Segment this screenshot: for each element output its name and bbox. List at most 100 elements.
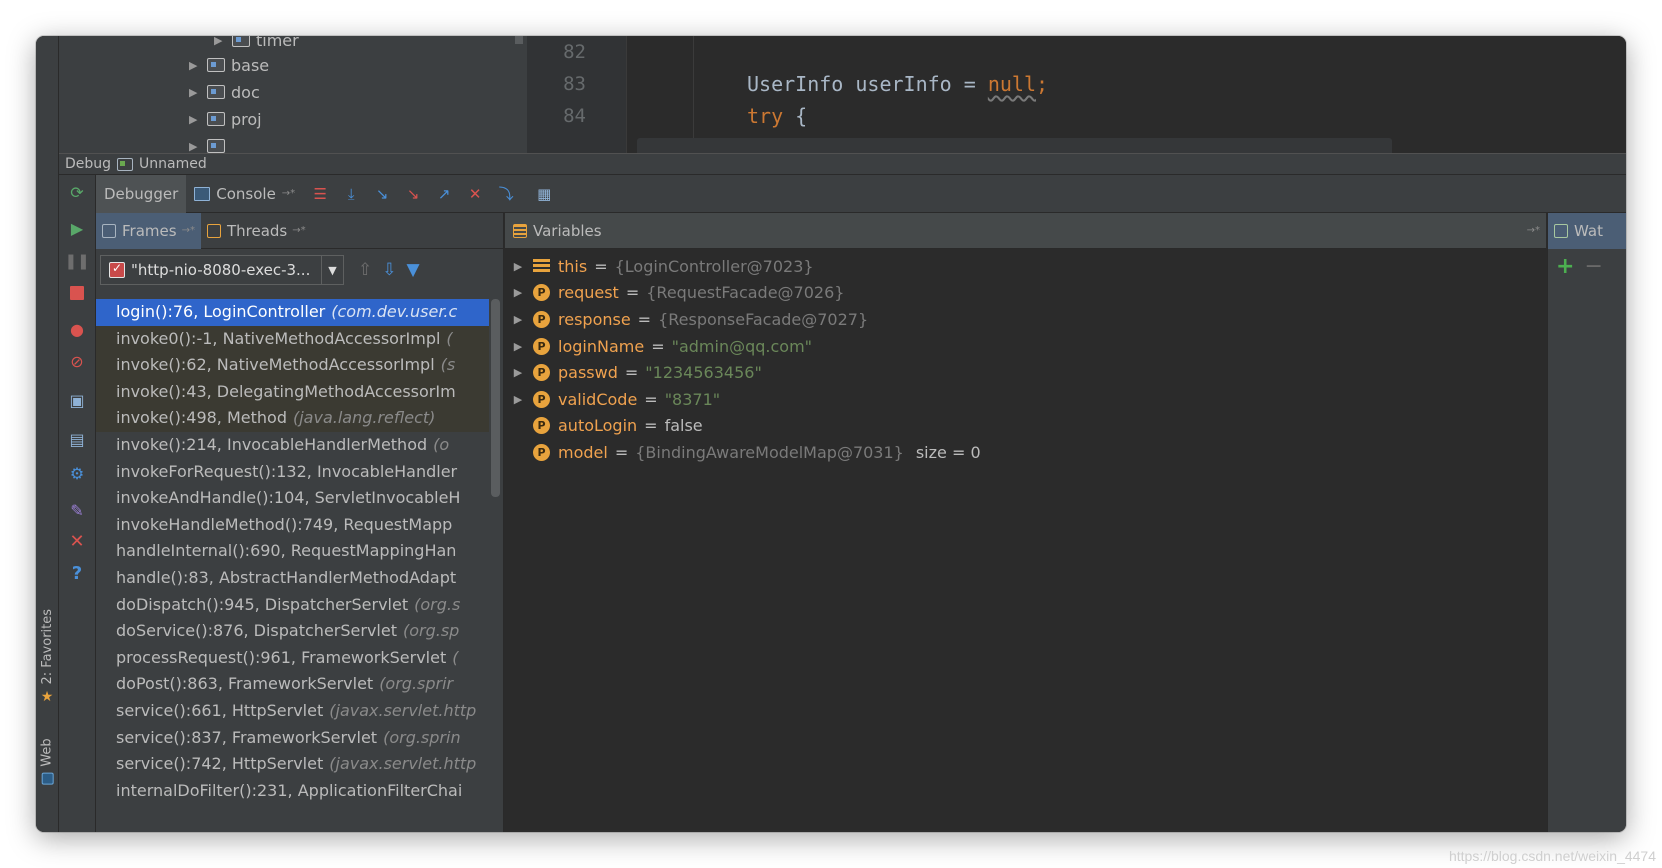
frame-row[interactable]: invokeHandleMethod():749, RequestMapp (96, 512, 489, 539)
frame-row[interactable]: invoke():43, DelegatingMethodAccessorIm (96, 378, 489, 406)
frame-row[interactable]: invoke():214, InvocableHandlerMethod (o (96, 432, 489, 459)
restore-layout-icon[interactable]: ▤ (67, 430, 87, 450)
variable-name: model (558, 442, 608, 462)
thread-selector-value: "http-nio-8080-exec-3... (131, 261, 311, 279)
frame-row[interactable]: service():742, HttpServlet (javax.servlet… (96, 751, 489, 778)
run-config-name[interactable]: Unnamed (139, 156, 207, 172)
step-over-icon[interactable]: ⤓ (337, 180, 365, 208)
frame-row[interactable]: handle():83, AbstractHandlerMethodAdapt (96, 565, 489, 592)
tab-debugger[interactable]: Debugger (96, 174, 187, 213)
expand-arrow-icon[interactable]: ▶ (507, 366, 529, 379)
expand-arrow-icon[interactable]: ▶ (189, 59, 207, 72)
frames-scrollbar[interactable] (491, 299, 500, 497)
frame-method: service():661, HttpServlet (116, 700, 324, 720)
code-editor[interactable]: UserInfo userInfo = null; try { (627, 36, 1626, 153)
frame-row[interactable]: service():837, FrameworkServlet (org.spri… (96, 725, 489, 752)
pin-tab-icon[interactable]: ✎ (67, 501, 87, 521)
step-into-icon[interactable]: ↘ (368, 180, 396, 208)
watermark: https://blog.csdn.net/weixin_4474 (1448, 848, 1656, 864)
frame-row[interactable]: invoke0():-1, NativeMethodAccessorImpl( (96, 325, 489, 353)
variable-row[interactable]: ▶ this = {LoginController@7023} (505, 253, 1546, 280)
variable-name: validCode (558, 389, 638, 409)
expand-arrow-icon[interactable]: ▶ (189, 86, 207, 99)
tab-threads[interactable]: Threads →* (201, 213, 312, 249)
frame-row[interactable]: doService():876, DispatcherServlet (org.s… (96, 618, 489, 645)
variable-row[interactable]: ▶ P validCode = "8371" (505, 386, 1546, 413)
pin-icon: →* (181, 225, 195, 236)
get-thread-dump-icon[interactable]: ▣ (67, 391, 87, 411)
pause-icon[interactable]: ❚❚ (64, 251, 89, 271)
tree-item-partial[interactable]: ▶ (189, 135, 231, 153)
frame-method: service():837, FrameworkServlet (116, 727, 378, 747)
code-line-83[interactable]: UserInfo userInfo = null; (747, 72, 1048, 96)
variable-row[interactable]: ▶ P loginName = "admin@qq.com" (505, 333, 1546, 360)
add-watch-icon[interactable]: + (1556, 254, 1574, 279)
tree-item-timer[interactable]: ▶ timer (214, 36, 299, 51)
frame-row[interactable]: invokeAndHandle():104, ServletInvocableH (96, 485, 489, 512)
step-out-icon[interactable]: ↗ (430, 180, 458, 208)
variable-row[interactable]: P model = {BindingAwareModelMap@7031} size … (505, 439, 1546, 466)
code-line-84[interactable]: try { (747, 104, 807, 128)
frame-row[interactable]: internalDoFilter():231, ApplicationFilte… (96, 778, 489, 805)
evaluate-expression-icon[interactable]: ▦ (530, 180, 558, 208)
help-icon[interactable]: ? (67, 564, 87, 584)
expand-arrow-icon[interactable]: ▶ (214, 36, 232, 47)
pin-icon[interactable]: →* (1527, 225, 1540, 236)
previous-frame-icon[interactable]: ⇧ (358, 260, 372, 280)
watches-pane: Wat + − (1547, 213, 1626, 832)
expand-arrow-icon[interactable]: ▶ (507, 260, 529, 273)
variable-row[interactable]: ▶ P response = {ResponseFacade@7027} (505, 306, 1546, 333)
frame-row[interactable]: handleInternal():690, RequestMappingHan (96, 538, 489, 565)
tree-item-proj[interactable]: ▶ proj (189, 108, 262, 130)
frame-row[interactable]: doDispatch():945, DispatcherServlet (org.… (96, 592, 489, 619)
thread-selector[interactable]: "http-nio-8080-exec-3... ▼ (100, 255, 344, 285)
expand-arrow-icon[interactable]: ▶ (507, 393, 529, 406)
variable-row[interactable]: ▶ P request = {RequestFacade@7026} (505, 280, 1546, 307)
expand-arrow-icon[interactable]: ▶ (507, 286, 529, 299)
rerun-icon[interactable]: ⟳ (67, 183, 87, 203)
frame-row[interactable]: service():661, HttpServlet (javax.servlet… (96, 698, 489, 725)
variable-row[interactable]: P autoLogin = false (505, 413, 1546, 440)
equals-sign: = (624, 363, 639, 383)
tab-label: Console (216, 184, 276, 203)
frame-row[interactable]: doPost():863, FrameworkServlet (org.sprir (96, 671, 489, 698)
view-breakpoints-icon[interactable]: ● (67, 320, 87, 340)
chevron-down-icon[interactable]: ▼ (321, 256, 343, 284)
settings-gear-icon[interactable]: ⚙ (67, 464, 87, 484)
frame-row[interactable]: invoke():498, Method (java.lang.reflect) (96, 405, 489, 432)
resume-icon[interactable]: ▶ (67, 219, 87, 239)
favorites-tab[interactable]: ★ 2: Favorites (36, 596, 59, 716)
frame-row[interactable]: invokeForRequest():132, InvocableHandler (96, 459, 489, 486)
variable-name: request (558, 283, 619, 303)
this-object-icon (533, 258, 550, 274)
tree-item-base[interactable]: ▶ base (189, 54, 269, 76)
run-to-cursor-icon[interactable]: ⤵ (492, 180, 520, 208)
filter-icon[interactable]: ▼ (407, 260, 420, 280)
variable-value: {BindingAwareModelMap@7031} (635, 442, 904, 462)
tree-item-doc[interactable]: ▶ doc (189, 81, 260, 103)
variable-row[interactable]: ▶ P passwd = "1234563456" (505, 359, 1546, 386)
remove-watch-icon[interactable]: − (1584, 254, 1602, 279)
tab-console[interactable]: Console →* (186, 175, 303, 213)
stop-icon[interactable] (67, 283, 87, 303)
frame-row[interactable]: invoke():62, NativeMethodAccessorImpl (s (96, 352, 489, 379)
frame-row[interactable]: login():76, LoginController (com.dev.user… (96, 299, 489, 326)
web-tab[interactable]: Web (36, 726, 59, 796)
next-frame-icon[interactable]: ⇩ (382, 260, 396, 280)
mute-breakpoints-icon[interactable]: ⊘ (67, 352, 87, 372)
variable-name: autoLogin (558, 416, 638, 436)
expand-arrow-icon[interactable]: ▶ (507, 313, 529, 326)
expand-arrow-icon[interactable]: ▶ (189, 113, 207, 126)
line-number: 82 (563, 41, 586, 63)
close-icon[interactable]: ✕ (67, 532, 87, 552)
show-execution-point-icon[interactable]: ☰ (306, 180, 334, 208)
expand-arrow-icon[interactable]: ▶ (189, 140, 207, 153)
force-step-into-icon[interactable]: ↘ (399, 180, 427, 208)
tree-scrollbar[interactable] (515, 36, 523, 44)
debug-tool-window-header: Debug Unnamed (59, 153, 1626, 175)
expand-arrow-icon[interactable]: ▶ (507, 340, 529, 353)
threads-icon (206, 223, 221, 238)
tab-frames[interactable]: Frames →* (96, 213, 201, 249)
drop-frame-icon[interactable]: ✕ (461, 180, 489, 208)
frame-row[interactable]: processRequest():961, FrameworkServlet( (96, 645, 489, 672)
